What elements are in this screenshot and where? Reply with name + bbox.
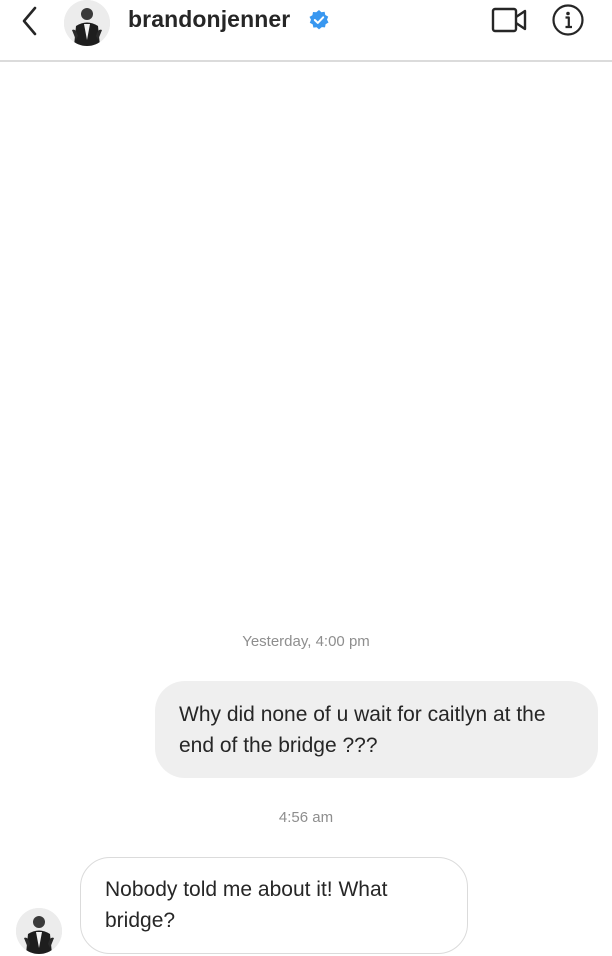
sender-avatar[interactable] xyxy=(16,908,62,954)
avatar[interactable] xyxy=(64,0,110,46)
info-icon xyxy=(552,4,584,36)
message-timestamp: Yesterday, 4:00 pm xyxy=(242,633,370,650)
incoming-message-bubble[interactable]: Nobody told me about it! What bridge? xyxy=(80,857,468,954)
profile-photo xyxy=(16,908,62,954)
profile-photo xyxy=(64,0,110,46)
chevron-left-icon xyxy=(22,6,37,36)
outgoing-message-bubble[interactable]: Why did none of u wait for caitlyn at th… xyxy=(155,681,598,778)
verified-badge-icon xyxy=(309,10,329,30)
back-button[interactable] xyxy=(14,4,46,38)
thread-header: brandonjenner xyxy=(0,0,612,62)
video-call-button[interactable] xyxy=(490,4,530,36)
username[interactable]: brandonjenner xyxy=(128,6,290,33)
info-button[interactable] xyxy=(550,2,586,38)
dm-thread-screen: brandonjenner Yesterday, 4:00 pm Why did… xyxy=(0,0,612,956)
message-timestamp: 4:56 am xyxy=(278,809,334,826)
video-camera-icon xyxy=(491,7,527,33)
